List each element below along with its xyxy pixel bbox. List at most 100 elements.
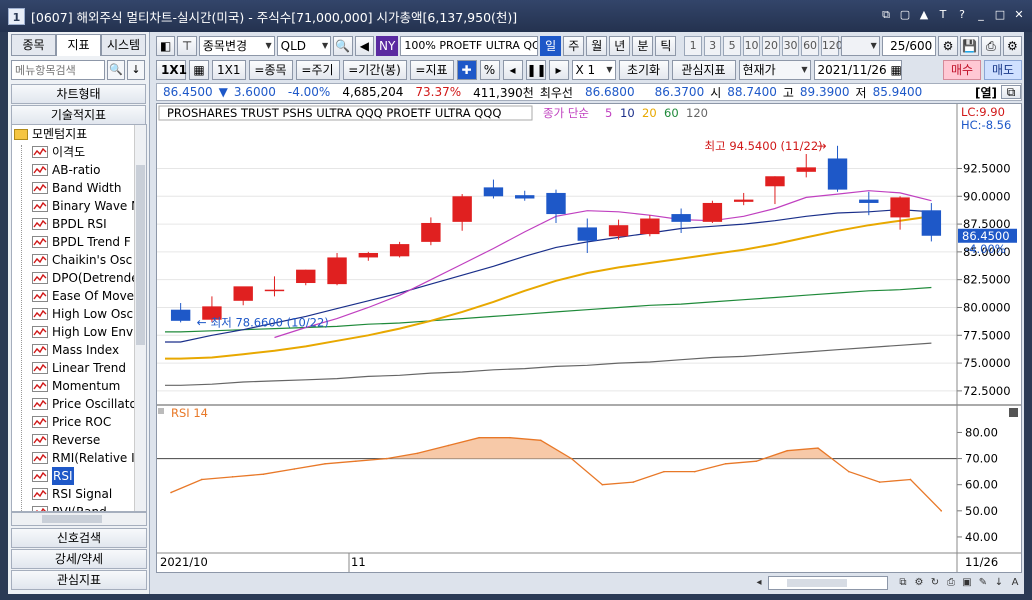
tab-symbol[interactable]: 종목 — [11, 34, 56, 56]
prev-icon[interactable]: ◂ — [502, 60, 523, 80]
indicator-item[interactable]: BPDL Trend F — [12, 233, 146, 251]
period-week[interactable]: 주 — [563, 36, 585, 56]
layout-icon[interactable]: ◧ — [156, 36, 176, 56]
folder-momentum[interactable]: 모멘텀지표 — [12, 125, 146, 143]
text-icon[interactable]: T — [936, 8, 950, 22]
pause-icon[interactable]: ❚❚ — [525, 60, 547, 80]
symbol-change-select[interactable]: 종목변경 — [198, 36, 275, 56]
interval-10[interactable]: 10 — [742, 36, 761, 56]
chart-area[interactable]: 92.5000 90.0000 87.5000 85.0000 82.5000 80.00… — [156, 103, 1022, 573]
indicator-item[interactable]: BPDL RSI — [12, 215, 146, 233]
indicator-item[interactable]: Ease Of Move — [12, 287, 146, 305]
tile-icon[interactable]: ⧉ — [879, 8, 893, 22]
view-toggle[interactable]: [열] — [971, 84, 1001, 100]
period-tick[interactable]: 틱 — [655, 36, 677, 56]
indicator-item[interactable]: DPO(Detrende — [12, 269, 146, 287]
scroll-left-icon[interactable]: ◂ — [752, 576, 766, 590]
indicator-item[interactable]: Price Oscillato — [12, 395, 146, 413]
indicator-item[interactable]: 이격도 — [12, 143, 146, 161]
image-icon[interactable]: ▣ — [960, 576, 974, 590]
indicator-item[interactable]: RVI(Rand — [12, 503, 146, 511]
help-icon[interactable]: ? — [955, 8, 969, 22]
indicator-item[interactable]: RMI(Relative I — [12, 449, 146, 467]
section-technical[interactable]: 기술적지표 — [11, 105, 146, 125]
interval-3[interactable]: 3 — [703, 36, 722, 56]
indicator-item[interactable]: Linear Trend — [12, 359, 146, 377]
interval-1[interactable]: 1 — [684, 36, 702, 56]
menu-search-input[interactable] — [11, 60, 105, 80]
interval-60[interactable]: 60 — [801, 36, 819, 56]
indicator-item[interactable]: Price ROC — [12, 413, 146, 431]
maximize-icon[interactable]: □ — [993, 8, 1007, 22]
font-icon[interactable]: A — [1008, 576, 1022, 590]
print-icon[interactable]: ⎙ — [981, 36, 1001, 56]
interval-select[interactable] — [840, 36, 880, 56]
grid-icon[interactable]: ▦ — [189, 60, 209, 80]
tab-indicator[interactable]: 지표 — [56, 34, 101, 56]
tab-system[interactable]: 시스템 — [101, 34, 146, 56]
section-fav-indicator[interactable]: 관심지표 — [11, 570, 147, 590]
ratio-button[interactable]: 1X1 — [156, 60, 187, 80]
settings-icon[interactable]: ⚙ — [912, 576, 926, 590]
save-icon[interactable]: 💾 — [959, 36, 980, 56]
interval-5[interactable]: 5 — [723, 36, 741, 56]
pin-icon[interactable]: ⊤ — [177, 36, 197, 56]
indicator-item[interactable]: Band Width — [12, 179, 146, 197]
up-icon[interactable]: ▲ — [917, 8, 931, 22]
calendar-icon[interactable]: ▦ — [891, 63, 901, 77]
indicator-item[interactable]: RSI — [12, 467, 146, 485]
fav-indicator-button[interactable]: 관심지표 — [671, 60, 736, 80]
settings-icon[interactable]: ⚙ — [938, 36, 958, 56]
indicator-item[interactable]: High Low Osc — [12, 305, 146, 323]
period-minute[interactable]: 분 — [632, 36, 654, 56]
indicator-item[interactable]: Momentum — [12, 377, 146, 395]
multiplier-select[interactable]: X 1 — [571, 60, 616, 80]
sync-indicator-button[interactable]: =지표 — [409, 60, 454, 80]
sync-symbol-button[interactable]: =종목 — [248, 60, 293, 80]
ticker-input[interactable]: QLD — [276, 36, 332, 56]
section-signal-search[interactable]: 신호검색 — [11, 528, 147, 548]
section-chart-type[interactable]: 차트형태 — [11, 84, 146, 104]
sync-period-button[interactable]: =주기 — [295, 60, 340, 80]
chart-scrollbar[interactable] — [768, 576, 888, 590]
speaker-icon[interactable]: ◀ — [354, 36, 375, 56]
minimize-icon[interactable]: _ — [974, 8, 988, 22]
date-field[interactable]: 2021/11/26 ▦ — [813, 60, 902, 80]
next-icon[interactable]: ▸ — [548, 60, 569, 80]
restore-icon[interactable]: ▢ — [898, 8, 912, 22]
indicator-item[interactable]: Chaikin's Osc — [12, 251, 146, 269]
interval-120[interactable]: 120 — [820, 36, 843, 56]
sync-range-button[interactable]: =기간(봉) — [342, 60, 407, 80]
interval-20[interactable]: 20 — [762, 36, 780, 56]
crosshair-icon[interactable]: ✚ — [456, 60, 477, 80]
reset-button[interactable]: 초기화 — [618, 60, 669, 80]
tree-scrollbar[interactable] — [134, 125, 146, 511]
search-icon[interactable]: 🔍 — [107, 60, 125, 80]
search-icon[interactable]: 🔍 — [333, 36, 353, 56]
indicator-item[interactable]: Reverse — [12, 431, 146, 449]
section-strength[interactable]: 강세/약세 — [11, 549, 147, 569]
tree-hscrollbar[interactable] — [11, 512, 147, 526]
count-field[interactable]: 25/600 — [881, 36, 937, 56]
config-icon[interactable]: ⚙ — [1002, 36, 1023, 56]
tool-icon[interactable]: ✎ — [976, 576, 990, 590]
percent-icon[interactable]: % — [479, 60, 500, 80]
period-year[interactable]: 년 — [609, 36, 631, 56]
period-month[interactable]: 월 — [586, 36, 608, 56]
sell-button[interactable]: 매도 — [984, 60, 1022, 80]
expand-icon[interactable]: ⧉ — [1001, 85, 1021, 99]
indicator-item[interactable]: Mass Index — [12, 341, 146, 359]
indicator-item[interactable]: Binary Wave N — [12, 197, 146, 215]
indicator-item[interactable]: RSI Signal — [12, 485, 146, 503]
indicator-item[interactable]: High Low Env — [12, 323, 146, 341]
down-icon[interactable]: ↓ — [992, 576, 1006, 590]
download-icon[interactable]: ↓ — [127, 60, 145, 80]
price-mode-select[interactable]: 현재가 — [738, 60, 811, 80]
period-day[interactable]: 일 — [540, 36, 562, 56]
buy-button[interactable]: 매수 — [943, 60, 981, 80]
zoom-icon[interactable]: ⧉ — [896, 576, 910, 590]
interval-30[interactable]: 30 — [781, 36, 800, 56]
indicator-item[interactable]: AB-ratio — [12, 161, 146, 179]
print-icon[interactable]: ⎙ — [944, 576, 958, 590]
refresh-icon[interactable]: ↻ — [928, 576, 942, 590]
